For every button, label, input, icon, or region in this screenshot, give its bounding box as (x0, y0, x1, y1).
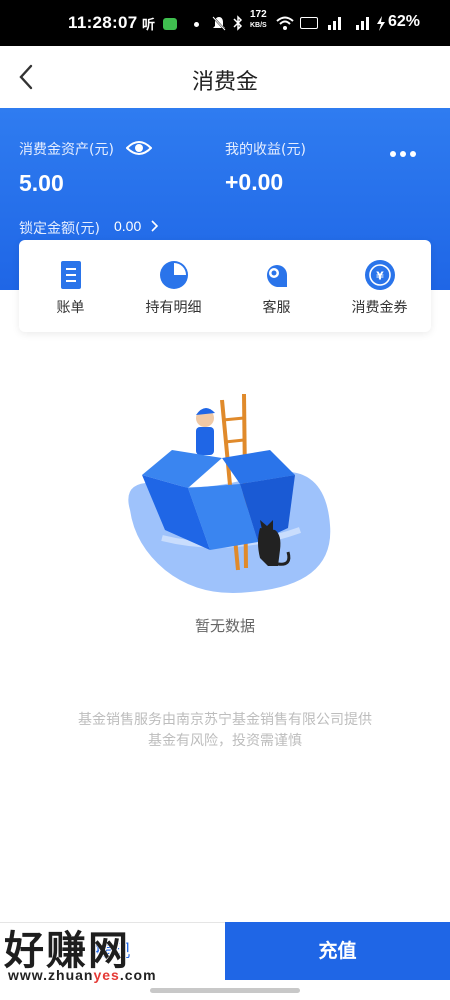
watermark-url-highlight: yes (93, 967, 120, 983)
bluetooth-icon (233, 15, 243, 31)
home-indicator[interactable] (150, 988, 300, 993)
pie-chart-icon (160, 261, 188, 289)
hd-icon (300, 17, 318, 29)
quick-actions-card: 账单 持有明细 客服 ¥ 消费金券 (19, 240, 431, 332)
empty-box-illustration (128, 393, 331, 594)
customer-service-icon (266, 265, 287, 287)
quick-action-coupon[interactable]: ¥ 消费金券 (328, 240, 431, 332)
app-notification-icon: 听 (142, 17, 156, 32)
locked-value: 0.00 (114, 218, 142, 234)
network-speed: 172 KB/S (250, 9, 267, 30)
signal-icon (328, 17, 341, 30)
battery-level: 62% (388, 13, 421, 30)
more-dots-icon[interactable] (390, 142, 424, 157)
quick-action-label: 持有明细 (145, 300, 202, 316)
svg-text:¥: ¥ (376, 270, 384, 283)
nav-bar: 消费金 (0, 46, 450, 108)
quick-action-label: 消费金券 (351, 300, 408, 316)
earnings-label: 我的收益(元) (225, 142, 306, 158)
disclaimer: 基金销售服务由南京苏宁基金销售有限公司提供 基金有风险，投资需谨慎 (0, 710, 450, 752)
status-bar: 11:28:07 听 172 KB/S 62% (0, 0, 450, 46)
quick-action-label: 账单 (56, 300, 85, 316)
dot-icon (194, 22, 199, 27)
charging-icon (377, 16, 385, 31)
page-title: 消费金 (191, 70, 258, 95)
watermark-url-suffix: .com (119, 967, 157, 983)
status-time: 11:28:07 (68, 13, 138, 32)
mute-bell-icon (212, 16, 226, 31)
site-watermark: 好赚网 www.zhuanyes.com (0, 916, 200, 996)
disclaimer-line-1: 基金销售服务由南京苏宁基金销售有限公司提供 (78, 712, 372, 728)
asset-value: 5.00 (19, 170, 64, 196)
disclaimer-line-2: 基金有风险，投资需谨慎 (148, 733, 302, 749)
recharge-button[interactable]: 充值 (225, 922, 450, 980)
quick-action-bill[interactable]: 账单 (19, 240, 122, 332)
bill-icon (61, 261, 81, 289)
earnings-value: +0.00 (225, 169, 284, 195)
chevron-right-icon (151, 220, 158, 232)
quick-action-service[interactable]: 客服 (225, 240, 328, 332)
watermark-url-prefix: www.zhuan (8, 967, 94, 983)
wechat-icon (163, 18, 177, 30)
coupon-yuan-icon: ¥ (365, 260, 395, 290)
locked-label: 锁定金额(元) (19, 221, 100, 237)
empty-state-text: 暂无数据 (194, 617, 255, 635)
locked-amount-link[interactable]: 0.00 (114, 218, 160, 235)
eye-icon[interactable] (126, 138, 152, 158)
quick-action-label: 客服 (262, 300, 291, 316)
wifi-icon (276, 16, 294, 30)
asset-label: 消费金资产(元) (19, 142, 114, 158)
signal-icon-2 (356, 17, 369, 30)
quick-action-holdings[interactable]: 持有明细 (122, 240, 225, 332)
watermark-url: www.zhuanyes.com (8, 967, 157, 983)
